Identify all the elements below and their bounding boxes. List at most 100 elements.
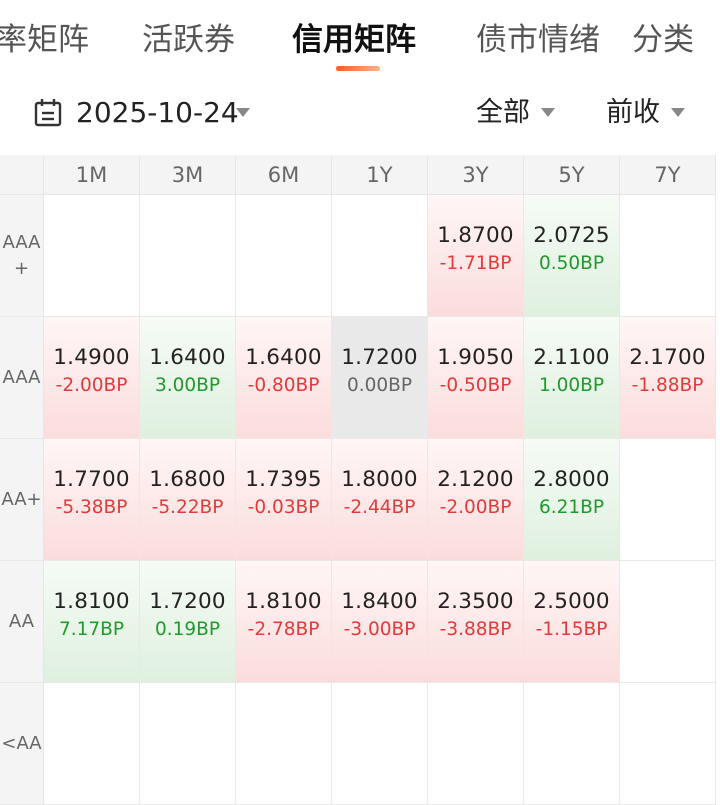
matrix-cell[interactable]: 1.7200 0.19BP bbox=[140, 561, 236, 683]
filter-bar: 2025-10-24 全部 前收 bbox=[0, 84, 720, 144]
column-header-3y: 3Y bbox=[428, 155, 524, 195]
matrix-cell-empty bbox=[332, 195, 428, 317]
yield-change: 0.19BP bbox=[154, 619, 221, 640]
tab-bond-sentiment[interactable]: 债市情绪 bbox=[476, 18, 600, 62]
yield-change: -0.03BP bbox=[247, 497, 320, 518]
matrix-cell[interactable]: 1.6800 -5.22BP bbox=[140, 439, 236, 561]
column-header-5y: 5Y bbox=[524, 155, 620, 195]
yield-value: 1.7700 bbox=[53, 467, 130, 492]
yield-change: 0.50BP bbox=[538, 253, 605, 274]
date-selector[interactable]: 2025-10-24 bbox=[76, 94, 239, 132]
yield-value: 2.3500 bbox=[437, 589, 514, 614]
matrix-cell[interactable]: 2.8000 6.21BP bbox=[524, 439, 620, 561]
yield-value: 1.8700 bbox=[437, 223, 514, 248]
yield-value: 2.8000 bbox=[533, 467, 610, 492]
scope-dropdown[interactable]: 全部 bbox=[476, 94, 530, 132]
yield-change: -5.22BP bbox=[151, 497, 224, 518]
column-header-1y: 1Y bbox=[332, 155, 428, 195]
calendar-icon[interactable] bbox=[34, 98, 62, 128]
yield-change: -2.44BP bbox=[343, 497, 416, 518]
column-header-1m: 1M bbox=[44, 155, 140, 195]
matrix-cell[interactable]: 1.7700 -5.38BP bbox=[44, 439, 140, 561]
matrix-cell[interactable]: 1.7200 0.00BP bbox=[332, 317, 428, 439]
column-header-7y: 7Y bbox=[620, 155, 716, 195]
tab-category[interactable]: 分类 bbox=[632, 18, 694, 62]
yield-change: 3.00BP bbox=[154, 375, 221, 396]
row-header: AA bbox=[0, 561, 44, 683]
matrix-cell-empty bbox=[140, 683, 236, 805]
grid-corner bbox=[0, 155, 44, 195]
yield-value: 1.4900 bbox=[53, 345, 130, 370]
matrix-cell[interactable]: 1.8000 -2.44BP bbox=[332, 439, 428, 561]
yield-value: 2.5000 bbox=[533, 589, 610, 614]
matrix-cell-empty bbox=[332, 683, 428, 805]
yield-value: 1.7200 bbox=[341, 345, 418, 370]
yield-change: -1.71BP bbox=[439, 253, 512, 274]
matrix-cell-empty bbox=[44, 195, 140, 317]
yield-value: 1.6400 bbox=[149, 345, 226, 370]
yield-change: -2.78BP bbox=[247, 619, 320, 640]
active-tab-indicator bbox=[336, 66, 380, 71]
chevron-down-icon[interactable] bbox=[236, 108, 250, 117]
row-header: AA+ bbox=[0, 439, 44, 561]
yield-value: 1.8000 bbox=[341, 467, 418, 492]
matrix-cell-empty bbox=[620, 683, 716, 805]
matrix-cell-empty bbox=[620, 195, 716, 317]
column-header-3m: 3M bbox=[140, 155, 236, 195]
yield-change: -0.50BP bbox=[439, 375, 512, 396]
matrix-cell[interactable]: 1.8100 7.17BP bbox=[44, 561, 140, 683]
chevron-down-icon[interactable] bbox=[541, 108, 555, 117]
matrix-cell[interactable]: 2.1700 -1.88BP bbox=[620, 317, 716, 439]
matrix-cell[interactable]: 1.4900 -2.00BP bbox=[44, 317, 140, 439]
chevron-down-icon[interactable] bbox=[671, 108, 685, 117]
yield-change: -1.15BP bbox=[535, 619, 608, 640]
yield-change: 1.00BP bbox=[538, 375, 605, 396]
yield-change: -3.88BP bbox=[439, 619, 512, 640]
matrix-cell[interactable]: 2.1200 -2.00BP bbox=[428, 439, 524, 561]
matrix-cell-empty bbox=[428, 683, 524, 805]
yield-change: -1.88BP bbox=[631, 375, 704, 396]
yield-value: 2.0725 bbox=[533, 223, 610, 248]
yield-value: 1.8100 bbox=[53, 589, 130, 614]
yield-value: 1.8400 bbox=[341, 589, 418, 614]
matrix-cell-empty bbox=[620, 439, 716, 561]
yield-value: 2.1700 bbox=[629, 345, 706, 370]
compare-dropdown[interactable]: 前收 bbox=[606, 94, 660, 132]
row-header: <AA bbox=[0, 683, 44, 805]
matrix-cell[interactable]: 1.8400 -3.00BP bbox=[332, 561, 428, 683]
yield-change: 0.00BP bbox=[346, 375, 413, 396]
matrix-cell[interactable]: 1.6400 3.00BP bbox=[140, 317, 236, 439]
matrix-cell[interactable]: 1.9050 -0.50BP bbox=[428, 317, 524, 439]
tab-rate-matrix[interactable]: 率矩阵 bbox=[0, 18, 89, 62]
yield-change: -0.80BP bbox=[247, 375, 320, 396]
yield-value: 2.1100 bbox=[533, 345, 610, 370]
credit-matrix-grid: 1M 3M 6M 1Y 3Y 5Y 7Y AAA + 1.8700 -1.71BP 2.0725 0.… bbox=[0, 155, 720, 805]
yield-change: -2.00BP bbox=[439, 497, 512, 518]
row-header: AAA bbox=[0, 317, 44, 439]
matrix-cell[interactable]: 1.8700 -1.71BP bbox=[428, 195, 524, 317]
matrix-cell-empty bbox=[140, 195, 236, 317]
yield-change: -2.00BP bbox=[55, 375, 128, 396]
row-header: AAA + bbox=[0, 195, 44, 317]
top-tab-bar: 率矩阵 活跃券 信用矩阵 债市情绪 分类 bbox=[0, 0, 720, 80]
matrix-cell-empty bbox=[620, 561, 716, 683]
matrix-cell[interactable]: 2.1100 1.00BP bbox=[524, 317, 620, 439]
yield-value: 1.6400 bbox=[245, 345, 322, 370]
matrix-cell[interactable]: 2.5000 -1.15BP bbox=[524, 561, 620, 683]
matrix-cell[interactable]: 1.6400 -0.80BP bbox=[236, 317, 332, 439]
matrix-cell[interactable]: 1.8100 -2.78BP bbox=[236, 561, 332, 683]
tab-active-bonds[interactable]: 活跃券 bbox=[142, 18, 235, 62]
matrix-cell-empty bbox=[524, 683, 620, 805]
yield-change: -5.38BP bbox=[55, 497, 128, 518]
yield-value: 1.8100 bbox=[245, 589, 322, 614]
matrix-cell[interactable]: 2.3500 -3.88BP bbox=[428, 561, 524, 683]
yield-value: 1.6800 bbox=[149, 467, 226, 492]
yield-value: 1.7200 bbox=[149, 589, 226, 614]
tab-credit-matrix[interactable]: 信用矩阵 bbox=[292, 18, 416, 62]
yield-change: 6.21BP bbox=[538, 497, 605, 518]
yield-change: 7.17BP bbox=[58, 619, 125, 640]
yield-value: 2.1200 bbox=[437, 467, 514, 492]
matrix-cell-empty bbox=[236, 683, 332, 805]
matrix-cell[interactable]: 2.0725 0.50BP bbox=[524, 195, 620, 317]
matrix-cell[interactable]: 1.7395 -0.03BP bbox=[236, 439, 332, 561]
